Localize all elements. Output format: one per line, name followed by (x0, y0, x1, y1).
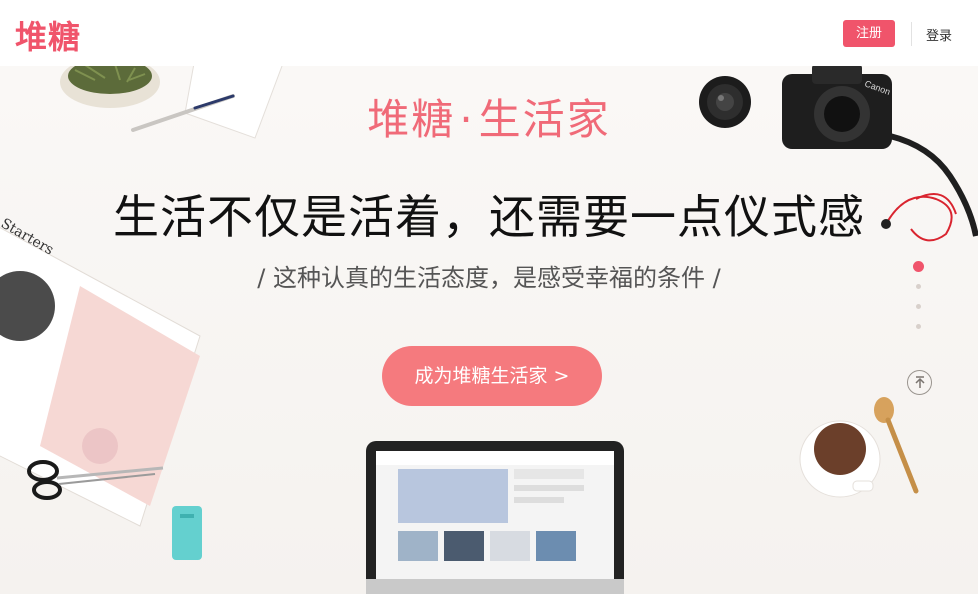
brand-title-separator: · (459, 95, 475, 144)
brand-title-right: 生活家 (478, 95, 611, 144)
brand-title: 堆糖·生活家 (0, 86, 978, 147)
become-lifestyle-expert-button[interactable]: 成为堆糖生活家 > (382, 346, 602, 406)
logo[interactable]: 堆糖 (15, 12, 81, 58)
spoon-decoration (874, 397, 919, 494)
login-button[interactable]: 登录 (926, 25, 952, 44)
back-to-top-button[interactable] (907, 370, 932, 395)
slide-pagination (913, 261, 925, 341)
header-divider (911, 22, 912, 46)
laptop-decoration (366, 441, 624, 594)
pagination-dot[interactable] (916, 304, 921, 309)
pagination-dot[interactable] (916, 324, 921, 329)
brand-title-left: 堆糖 (367, 95, 456, 144)
usb-stick-decoration (172, 506, 202, 560)
pagination-dot[interactable] (913, 261, 924, 272)
pagination-dot[interactable] (916, 284, 921, 289)
hero-section: Canon Starters 堆糖·生活家 生活不仅是活着，还需要一点仪式感 /… (0, 66, 978, 594)
back-to-top-icon (914, 376, 925, 388)
register-button[interactable]: 注册 (843, 20, 895, 47)
hero-headline: 生活不仅是活着，还需要一点仪式感 (113, 190, 865, 244)
scissors-decoration (27, 460, 164, 500)
hero-subline: / 这种认真的生活态度，是感受幸福的条件 / (257, 264, 721, 292)
top-bar: 堆糖 注册 登录 (0, 0, 978, 66)
